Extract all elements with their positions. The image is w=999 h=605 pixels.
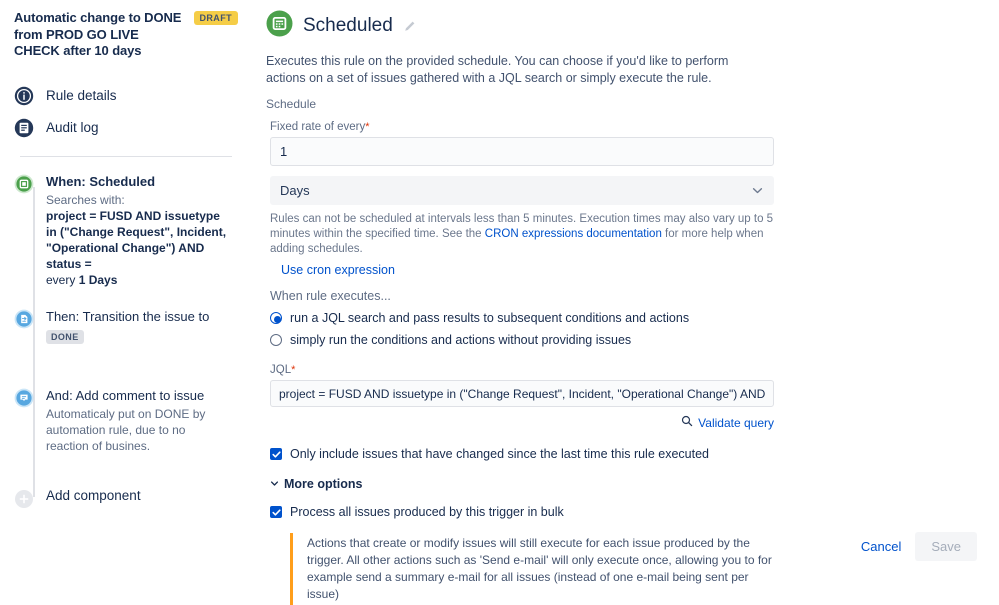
sidebar-item-label: Audit log (46, 120, 99, 135)
timeline-item-title: Then: Transition the issue to (46, 308, 210, 324)
timeline-item-subtitle: Searches with: (46, 192, 125, 207)
search-icon (681, 414, 693, 432)
calendar-icon (14, 174, 34, 194)
radio-label: simply run the conditions and actions wi… (290, 333, 632, 347)
trigger-config-panel: Scheduled Executes this rule on the prov… (252, 0, 999, 605)
rule-component-timeline: When: Scheduled Searches with: project =… (14, 173, 238, 509)
schedule-section-label: Schedule (266, 97, 317, 111)
panel-title: Scheduled (303, 15, 393, 36)
sidebar-nav: Rule details Audit log (14, 80, 238, 144)
sidebar-item-rule-details[interactable]: Rule details (14, 80, 238, 112)
time-unit-select[interactable]: Days (270, 176, 774, 205)
page-title: Automatic change to DONE from PROD GO LI… (14, 10, 182, 58)
sidebar-divider (20, 155, 232, 157)
checkbox-indicator (270, 506, 282, 518)
checkbox-process-in-bulk[interactable]: Process all issues produced by this trig… (270, 504, 969, 520)
plus-circle-icon (14, 489, 34, 509)
required-marker: * (365, 121, 370, 133)
checkbox-label: Only include issues that have changed si… (290, 447, 709, 461)
jql-input[interactable] (270, 380, 774, 407)
schedule-value: 1 Days (78, 272, 118, 287)
schedule-prefix: every (46, 272, 79, 287)
radio-run-jql-search[interactable]: run a JQL search and pass results to sub… (270, 311, 969, 325)
status-badge: DRAFT (193, 11, 238, 25)
sidebar-item-label: Rule details (46, 88, 117, 103)
fixed-rate-label: Fixed rate of every* (270, 121, 969, 133)
chevron-down-icon (270, 475, 279, 493)
timeline-item-body: And: Add comment to issue Automaticaly p… (46, 387, 224, 458)
timeline-item-comment[interactable]: And: Add comment to issue Automaticaly p… (14, 387, 238, 458)
panel-header: Scheduled (266, 10, 979, 42)
use-cron-expression-link[interactable]: Use cron expression (281, 263, 969, 277)
time-unit-value: Days (280, 183, 310, 198)
bulk-info-text: Actions that create or modify issues wil… (307, 536, 772, 601)
timeline-item-jql: project = FUSD AND issuetype in ("Change… (46, 208, 227, 271)
pencil-icon[interactable] (403, 19, 417, 33)
panel-description: Executes this rule on the provided sched… (266, 54, 729, 85)
schedule-helper-text: Rules can not be scheduled at intervals … (270, 212, 775, 257)
document-list-icon (14, 118, 34, 138)
bulk-info-box: Actions that create or modify issues wil… (290, 533, 775, 605)
timeline-item-description: Automaticaly put on DONE by automation r… (46, 406, 206, 453)
jql-label: JQL* (270, 364, 969, 376)
rule-header: Automatic change to DONE from PROD GO LI… (14, 10, 238, 60)
timeline-item-trigger[interactable]: When: Scheduled Searches with: project =… (14, 173, 238, 292)
radio-simply-run[interactable]: simply run the conditions and actions wi… (270, 333, 969, 347)
rule-sidebar: Automatic change to DONE from PROD GO LI… (0, 0, 252, 569)
info-circle-icon (14, 86, 34, 106)
validate-query-row[interactable]: Validate query (270, 414, 774, 432)
save-button[interactable]: Save (915, 532, 977, 561)
radio-label: run a JQL search and pass results to sub… (290, 311, 690, 325)
add-component-button[interactable]: Add component (14, 488, 238, 509)
panel-footer: Cancel Save (861, 532, 977, 561)
checkbox-only-changed-issues[interactable]: Only include issues that have changed si… (270, 446, 969, 462)
automation-rule-editor: Automatic change to DONE from PROD GO LI… (0, 0, 999, 605)
jql-label-text: JQL (270, 364, 292, 376)
timeline-item-transition[interactable]: Then: Transition the issue to DONE (14, 308, 238, 349)
fixed-rate-label-text: Fixed rate of every (270, 121, 366, 133)
when-rule-executes-label: When rule executes... (270, 289, 391, 303)
add-component-label: Add component (46, 487, 141, 503)
more-options-label: More options (284, 477, 363, 491)
calendar-icon (266, 10, 293, 42)
add-component-body: Add component (46, 488, 141, 509)
validate-query-label[interactable]: Validate query (698, 416, 774, 430)
cron-documentation-link[interactable]: CRON expressions documentation (485, 228, 662, 240)
cancel-button[interactable]: Cancel (861, 539, 901, 554)
checkbox-label: Process all issues produced by this trig… (290, 505, 564, 519)
timeline-item-body: When: Scheduled Searches with: project =… (46, 173, 230, 292)
timeline-item-title: And: Add comment to issue (46, 387, 205, 403)
chevron-down-icon (751, 184, 764, 197)
timeline-item-body: Then: Transition the issue to DONE (46, 308, 209, 349)
radio-indicator (270, 334, 282, 346)
transition-icon (14, 309, 34, 329)
transition-status-badge: DONE (46, 329, 84, 344)
sidebar-item-audit-log[interactable]: Audit log (14, 112, 238, 144)
fixed-rate-input[interactable] (270, 137, 774, 166)
timeline-item-title: When: Scheduled (46, 173, 156, 189)
more-options-toggle[interactable]: More options (270, 475, 969, 493)
radio-indicator (270, 312, 282, 324)
checkbox-indicator (270, 448, 282, 460)
comment-icon (14, 388, 34, 408)
timeline-item-schedule: every 1 Days (46, 272, 230, 288)
required-marker: * (291, 364, 296, 376)
